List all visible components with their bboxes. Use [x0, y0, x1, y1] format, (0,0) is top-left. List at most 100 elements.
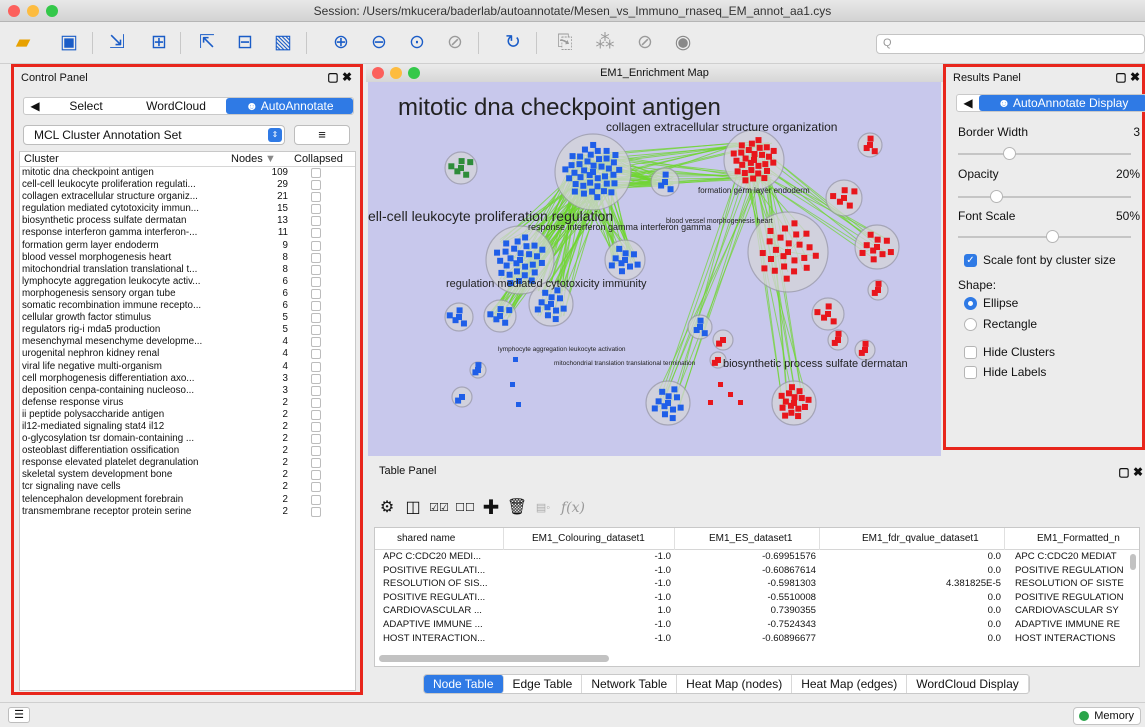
- collapsed-checkbox[interactable]: [311, 228, 321, 239]
- column-es[interactable]: EM1_ES_dataset1: [675, 528, 820, 550]
- cluster-row[interactable]: response interferon gamma interferon-...…: [20, 227, 355, 239]
- tab-autoannotate[interactable]: ☻ AutoAnnotate: [226, 98, 353, 114]
- search-input[interactable]: Q: [876, 34, 1145, 54]
- tab-scroll-left-icon[interactable]: ◀: [957, 95, 979, 111]
- annotation-set-select[interactable]: MCL Cluster Annotation Set ⇕: [23, 125, 285, 145]
- column-cluster[interactable]: Cluster: [24, 153, 59, 165]
- collapsed-checkbox[interactable]: [311, 446, 321, 457]
- collapsed-checkbox[interactable]: [311, 264, 321, 275]
- collapsed-checkbox[interactable]: [311, 434, 321, 445]
- export-table-icon[interactable]: ⊟: [232, 30, 258, 56]
- collapsed-checkbox[interactable]: [311, 325, 321, 336]
- collapsed-checkbox[interactable]: [311, 204, 321, 215]
- hide-icon[interactable]: ⁂: [592, 30, 618, 56]
- gear-icon[interactable]: ⚙: [374, 495, 400, 521]
- cluster-row[interactable]: transmembrane receptor protein serine 2: [20, 506, 355, 518]
- cluster-row[interactable]: tcr signaling nave cells 2: [20, 481, 355, 493]
- cluster-table[interactable]: Cluster Nodes ▼ Collapsed mitotic dna ch…: [19, 151, 356, 691]
- cluster-row[interactable]: osteoblast differentiation ossification 2: [20, 445, 355, 457]
- sort-descending-icon[interactable]: ▼: [265, 153, 276, 165]
- show-hidden-icon[interactable]: ⊘: [632, 30, 658, 56]
- cluster-row[interactable]: cellular growth factor stimulus 5: [20, 312, 355, 324]
- maximize-view-icon[interactable]: [408, 67, 420, 79]
- collapsed-checkbox[interactable]: [311, 168, 321, 178]
- refresh-icon[interactable]: ↻: [500, 30, 526, 56]
- new-network-from-selection-icon[interactable]: ⎘: [552, 30, 578, 56]
- tab-scroll-left-icon[interactable]: ◀: [24, 98, 46, 114]
- cluster-row[interactable]: response elevated platelet degranulation…: [20, 457, 355, 469]
- cluster-row[interactable]: mesenchymal mesenchyme developme... 4: [20, 336, 355, 348]
- collapsed-checkbox[interactable]: [311, 482, 321, 493]
- collapsed-checkbox[interactable]: [311, 458, 321, 469]
- cluster-row[interactable]: biosynthetic process sulfate dermatan 13: [20, 215, 355, 227]
- tab-select[interactable]: Select: [46, 98, 126, 114]
- cluster-row[interactable]: mitotic dna checkpoint antigen 109: [20, 167, 355, 179]
- table-row[interactable]: ADAPTIVE IMMUNE ... -1.0 -0.7524343 0.0 ADAP…: [375, 618, 1139, 632]
- opacity-slider[interactable]: [958, 190, 1131, 203]
- collapsed-checkbox[interactable]: [311, 240, 321, 251]
- export-network-icon[interactable]: ⇱: [194, 30, 220, 56]
- collapsed-checkbox[interactable]: [311, 216, 321, 227]
- function-builder-button[interactable]: f(x): [556, 495, 590, 521]
- collapsed-checkbox[interactable]: [311, 276, 321, 287]
- ellipse-radio[interactable]: [964, 297, 977, 310]
- collapsed-checkbox[interactable]: [311, 180, 321, 191]
- cluster-row[interactable]: morphogenesis sensory organ tube 6: [20, 288, 355, 300]
- rectangle-radio[interactable]: [964, 318, 977, 331]
- add-column-icon[interactable]: ✚: [478, 495, 504, 521]
- cluster-row[interactable]: defense response virus 2: [20, 397, 355, 409]
- zoom-in-icon[interactable]: ⊕: [328, 30, 354, 56]
- link-icon[interactable]: ▤◦: [530, 495, 556, 521]
- column-shared-name[interactable]: shared name: [379, 528, 504, 550]
- cluster-row[interactable]: deposition cenpa-containing nucleoso... 3: [20, 385, 355, 397]
- collapsed-checkbox[interactable]: [311, 301, 321, 312]
- collapsed-checkbox[interactable]: [311, 397, 321, 408]
- tab-autoannotate-display[interactable]: ☻ AutoAnnotate Display: [979, 95, 1145, 111]
- panel-float-close-icon[interactable]: ▢ ✖: [327, 70, 352, 84]
- cluster-row[interactable]: regulation mediated cytotoxicity immun..…: [20, 203, 355, 215]
- cluster-row[interactable]: telencephalon development forebrain 2: [20, 494, 355, 506]
- column-nodes[interactable]: Nodes: [231, 153, 263, 165]
- cluster-row[interactable]: mitochondrial translation translational …: [20, 264, 355, 276]
- tab-wordcloud[interactable]: WordCloud: [126, 98, 226, 114]
- cluster-row[interactable]: cell morphogenesis differentiation axo..…: [20, 373, 355, 385]
- column-colouring[interactable]: EM1_Colouring_dataset1: [510, 528, 675, 550]
- columns-icon[interactable]: ◫: [400, 495, 426, 521]
- hide-clusters-checkbox[interactable]: [964, 346, 977, 359]
- table-row[interactable]: POSITIVE REGULATI... -1.0 -0.5510008 0.0 POS…: [375, 591, 1139, 605]
- table-row[interactable]: APC C:CDC20 MEDI... -1.0 -0.69951576 0.0 APC…: [375, 550, 1139, 564]
- table-tab[interactable]: Node Table: [424, 675, 504, 693]
- zoom-selected-icon[interactable]: ⊘: [442, 30, 468, 56]
- table-row[interactable]: CARDIOVASCULAR ... 1.0 0.7390355 0.0 CARDIOV…: [375, 604, 1139, 618]
- collapsed-checkbox[interactable]: [311, 361, 321, 372]
- border-width-slider[interactable]: [958, 147, 1131, 160]
- table-row[interactable]: POSITIVE REGULATI... -1.0 -0.60867614 0.0 PO…: [375, 564, 1139, 578]
- panel-float-close-icon[interactable]: ▢ ✖: [1118, 465, 1143, 479]
- collapsed-checkbox[interactable]: [311, 313, 321, 324]
- collapsed-checkbox[interactable]: [311, 288, 321, 299]
- table-tab[interactable]: Heat Map (edges): [792, 675, 908, 693]
- collapsed-checkbox[interactable]: [311, 349, 321, 360]
- network-canvas[interactable]: mitotic dna checkpoint antigen collagen …: [368, 82, 941, 456]
- zoom-out-icon[interactable]: ⊖: [366, 30, 392, 56]
- cluster-row[interactable]: ii peptide polysaccharide antigen 2: [20, 409, 355, 421]
- collapsed-checkbox[interactable]: [311, 192, 321, 203]
- panel-float-close-icon[interactable]: ▢ ✖: [1115, 70, 1140, 84]
- cluster-row[interactable]: lymphocyte aggregation leukocyte activ..…: [20, 276, 355, 288]
- collapsed-checkbox[interactable]: [311, 373, 321, 384]
- cluster-row[interactable]: il12-mediated signaling stat4 il12 2: [20, 421, 355, 433]
- scale-font-checkbox[interactable]: ✓: [964, 254, 977, 267]
- table-tab[interactable]: Edge Table: [504, 675, 583, 693]
- cluster-row[interactable]: regulators rig-i mda5 production 5: [20, 324, 355, 336]
- collapsed-checkbox[interactable]: [311, 494, 321, 505]
- slider-knob[interactable]: [1002, 147, 1016, 160]
- cluster-row[interactable]: collagen extracellular structure organiz…: [20, 191, 355, 203]
- table-row[interactable]: HOST INTERACTION... -1.0 -0.60896677 0.0 HOS…: [375, 632, 1139, 646]
- export-image-icon[interactable]: ▧: [270, 30, 296, 56]
- column-formatted[interactable]: EM1_Formatted_n: [1015, 528, 1139, 550]
- table-tab[interactable]: Network Table: [582, 675, 678, 693]
- column-fdr[interactable]: EM1_fdr_qvalue_dataset1: [820, 528, 1005, 550]
- import-network-icon[interactable]: ⇲: [104, 30, 130, 56]
- collapsed-checkbox[interactable]: [311, 252, 321, 263]
- save-icon[interactable]: ▣: [56, 30, 82, 56]
